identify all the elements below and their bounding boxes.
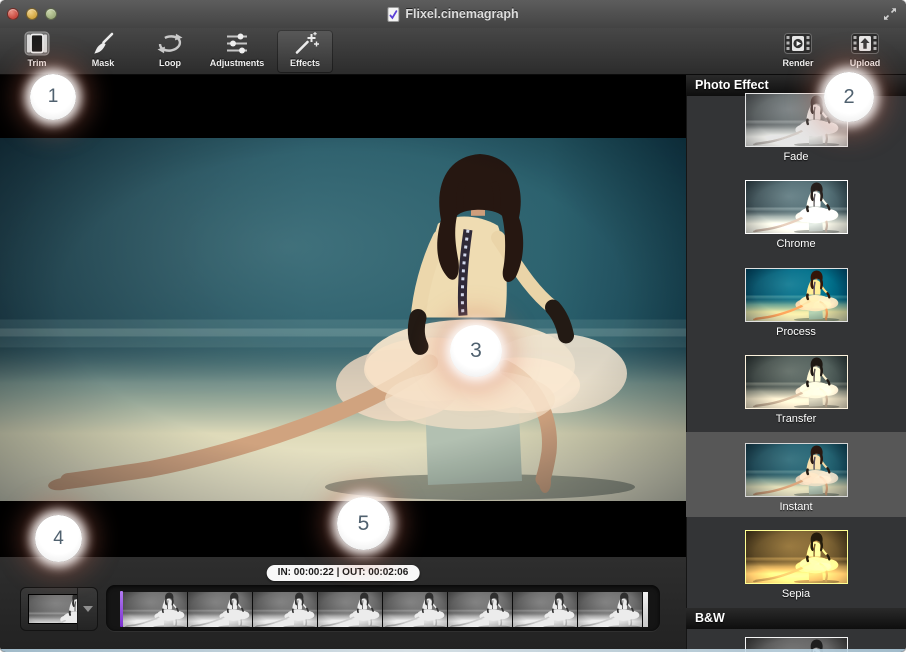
timeline-frame[interactable]	[383, 592, 448, 627]
document-icon	[387, 7, 399, 22]
close-button[interactable]	[7, 8, 19, 20]
instant-thumbnail	[745, 443, 848, 497]
timeline-frame[interactable]	[513, 592, 578, 627]
playhead-marker[interactable]	[120, 591, 123, 627]
render-button[interactable]: Render	[774, 30, 822, 73]
clip-preview-thumbnail	[28, 594, 78, 624]
timeline-end-cap	[643, 592, 648, 627]
title-bar: Flixel.cinemagraph	[0, 0, 906, 28]
minimize-button[interactable]	[26, 8, 38, 20]
chrome-label: Chrome	[686, 238, 906, 250]
timeline-frame[interactable]	[253, 592, 318, 627]
zoom-button[interactable]	[45, 8, 57, 20]
loop-label: Loop	[159, 58, 181, 68]
upload-label: Upload	[850, 58, 881, 68]
bw-thumbnail	[745, 637, 848, 652]
expand-arrows-icon[interactable]	[882, 6, 898, 22]
window-title-group: Flixel.cinemagraph	[387, 0, 518, 28]
preview-canvas	[0, 75, 686, 557]
timeline-frame[interactable]	[448, 592, 513, 627]
callout-2: 2	[824, 72, 874, 122]
traffic-lights	[7, 8, 57, 20]
effect-item-chrome[interactable]: Chrome	[686, 180, 906, 250]
timeline-frames[interactable]	[123, 592, 648, 627]
instant-label: Instant	[686, 501, 906, 513]
in-out-time-badge: IN: 00:00:22 | OUT: 00:02:06	[267, 565, 420, 581]
timeline-frame[interactable]	[578, 592, 643, 627]
transfer-thumbnail	[745, 355, 848, 409]
window-title: Flixel.cinemagraph	[405, 7, 518, 21]
filmstrip-play-icon	[784, 30, 812, 57]
loop-button[interactable]: Loop	[143, 30, 197, 73]
effect-item-bw-partial[interactable]	[686, 637, 906, 652]
brush-icon	[90, 30, 116, 57]
effects-button[interactable]: Effects	[277, 30, 333, 73]
magic-wand-icon	[292, 30, 319, 57]
adjustments-label: Adjustments	[210, 58, 265, 68]
effect-item-transfer[interactable]: Transfer	[686, 355, 906, 425]
app-window: Flixel.cinemagraph Trim	[0, 0, 906, 652]
upload-button[interactable]: Upload	[841, 30, 889, 73]
mask-button[interactable]: Mask	[76, 30, 130, 73]
trim-icon	[24, 30, 50, 57]
effect-item-process[interactable]: Process	[686, 268, 906, 338]
adjustments-button[interactable]: Adjustments	[203, 30, 271, 73]
effects-label: Effects	[290, 58, 320, 68]
clip-preview-selector[interactable]	[20, 587, 98, 631]
filmstrip-timeline[interactable]	[106, 585, 660, 631]
callout-4: 4	[35, 515, 82, 562]
toolbar: Trim Mask Loop	[0, 28, 906, 75]
transfer-label: Transfer	[686, 413, 906, 425]
cinemagraph-preview-image	[0, 138, 686, 501]
callout-3: 3	[450, 325, 502, 377]
effect-item-sepia[interactable]: Sepia	[686, 530, 906, 600]
callout-5: 5	[337, 497, 390, 550]
sepia-label: Sepia	[686, 588, 906, 600]
mask-label: Mask	[92, 58, 115, 68]
bw-section-header: B&W	[686, 608, 906, 629]
timeline-frame[interactable]	[123, 592, 188, 627]
trim-button[interactable]: Trim	[10, 30, 64, 73]
effects-sidebar: Photo Effect Fade Chrome Process Transfe	[686, 75, 906, 652]
timeline-frame[interactable]	[318, 592, 383, 627]
process-thumbnail	[745, 268, 848, 322]
filmstrip-upload-icon	[851, 30, 879, 57]
clip-dropdown-button[interactable]	[77, 588, 97, 630]
timeline-panel: IN: 00:00:22 | OUT: 00:02:06	[0, 557, 686, 652]
effect-item-instant[interactable]: Instant	[686, 443, 906, 513]
process-label: Process	[686, 326, 906, 338]
render-label: Render	[782, 58, 813, 68]
sepia-thumbnail	[745, 530, 848, 584]
sliders-icon	[224, 30, 250, 57]
chevron-down-icon	[83, 606, 93, 612]
loop-icon	[156, 30, 184, 57]
chrome-thumbnail	[745, 180, 848, 234]
callout-1: 1	[30, 74, 76, 120]
trim-label: Trim	[27, 58, 46, 68]
fade-label: Fade	[686, 151, 906, 163]
timeline-frame[interactable]	[188, 592, 253, 627]
